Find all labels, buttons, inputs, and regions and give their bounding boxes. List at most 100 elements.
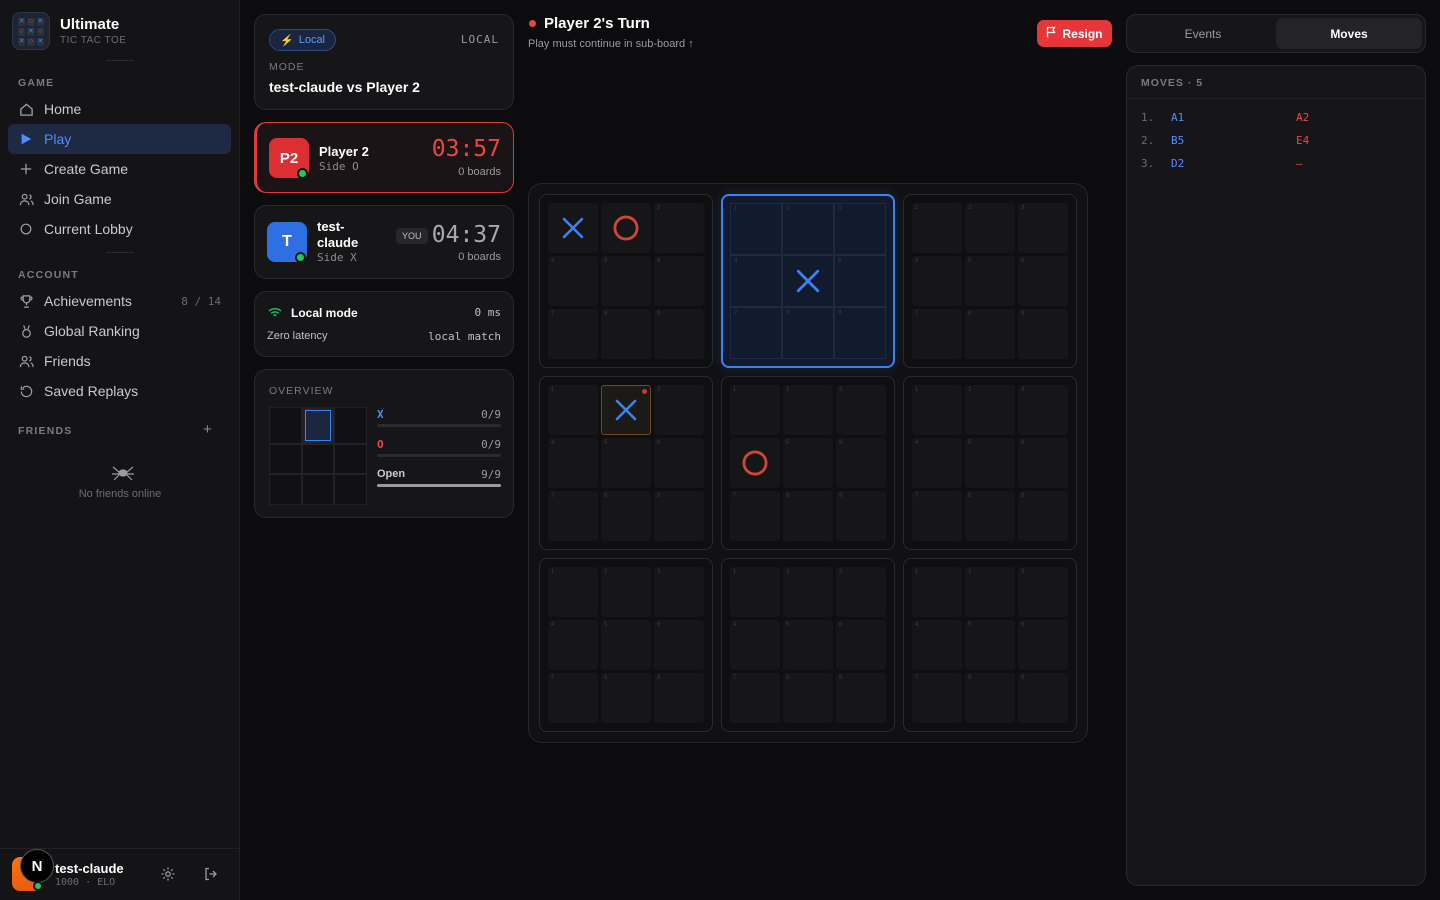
sidebar-item-global-ranking[interactable]: Global Ranking bbox=[8, 316, 231, 346]
board-cell[interactable]: 2 bbox=[965, 567, 1015, 617]
board-cell[interactable]: 3 bbox=[654, 385, 704, 435]
board-cell[interactable]: 5 bbox=[965, 256, 1015, 306]
board-cell[interactable]: 2 bbox=[601, 567, 651, 617]
board-cell[interactable]: 9 bbox=[1018, 673, 1068, 723]
board-cell[interactable]: 3 bbox=[834, 203, 886, 255]
board-cell[interactable]: 5 bbox=[965, 438, 1015, 488]
board-cell[interactable]: 1 bbox=[730, 385, 780, 435]
sub-board-5[interactable]: 1 2 3 45 6 7 8 9 bbox=[721, 376, 895, 550]
board-cell[interactable]: 1 bbox=[548, 385, 598, 435]
board-cell[interactable]: 6 bbox=[1018, 620, 1068, 670]
tab-events[interactable]: Events bbox=[1130, 18, 1276, 49]
board-cell[interactable]: 5 bbox=[783, 620, 833, 670]
board-cell[interactable]: 3 bbox=[1018, 567, 1068, 617]
sub-board-2[interactable]: 1 2 3 4 56 7 8 9 bbox=[721, 194, 895, 368]
board-cell[interactable]: 7 bbox=[912, 673, 962, 723]
board-cell[interactable]: 1 bbox=[548, 567, 598, 617]
board-cell[interactable]: 9 bbox=[834, 307, 886, 359]
board-cell[interactable]: 3 bbox=[836, 567, 886, 617]
board-cell[interactable]: 6 bbox=[1018, 438, 1068, 488]
board-cell[interactable]: 2 bbox=[965, 203, 1015, 253]
board-cell[interactable]: 5 bbox=[601, 438, 651, 488]
board-cell[interactable]: 5 bbox=[783, 438, 833, 488]
sub-board-4[interactable]: 123 456 789 bbox=[539, 376, 713, 550]
board-cell[interactable]: 3 bbox=[654, 567, 704, 617]
board-cell[interactable]: 6 bbox=[654, 438, 704, 488]
board-cell[interactable]: 4 bbox=[548, 438, 598, 488]
board-cell[interactable]: 8 bbox=[782, 307, 834, 359]
board-cell[interactable]: 5 bbox=[601, 620, 651, 670]
board-cell[interactable]: 4 bbox=[912, 256, 962, 306]
board-cell[interactable]: 8 bbox=[601, 673, 651, 723]
board-cell[interactable]: 1 bbox=[912, 385, 962, 435]
board-cell[interactable]: 4 bbox=[730, 255, 782, 307]
sidebar-item-create-game[interactable]: Create Game bbox=[8, 154, 231, 184]
logout-icon[interactable] bbox=[203, 866, 219, 886]
board-cell[interactable]: 1 bbox=[730, 203, 782, 255]
board-cell[interactable]: 4 bbox=[912, 620, 962, 670]
board-cell[interactable]: 2 bbox=[783, 567, 833, 617]
board-cell[interactable]: 6 bbox=[834, 255, 886, 307]
board-cell[interactable]: 9 bbox=[836, 491, 886, 541]
gear-icon[interactable] bbox=[160, 866, 176, 886]
board-cell[interactable]: 2 bbox=[783, 385, 833, 435]
board-cell[interactable]: 8 bbox=[965, 491, 1015, 541]
sub-board-9[interactable]: 1 2 3 4 5 6 7 8 9 bbox=[903, 558, 1077, 732]
add-friend-button[interactable]: + bbox=[203, 421, 212, 438]
sidebar-item-play[interactable]: Play bbox=[8, 124, 231, 154]
board-cell[interactable]: 4 bbox=[548, 256, 598, 306]
board-cell[interactable]: 7 bbox=[912, 309, 962, 359]
sidebar-item-join-game[interactable]: Join Game bbox=[8, 184, 231, 214]
sidebar-item-saved-replays[interactable]: Saved Replays bbox=[8, 376, 231, 406]
board-cell[interactable]: 5 bbox=[782, 255, 834, 307]
board-cell[interactable]: 1 bbox=[548, 203, 598, 253]
resign-button[interactable]: Resign bbox=[1037, 20, 1112, 47]
sidebar-item-achievements[interactable]: Achievements 8 / 14 bbox=[8, 286, 231, 316]
tab-moves[interactable]: Moves bbox=[1276, 18, 1422, 49]
board-cell[interactable]: 4 bbox=[548, 620, 598, 670]
sidebar-item-home[interactable]: Home bbox=[8, 94, 231, 124]
board-cell[interactable]: 1 bbox=[912, 567, 962, 617]
board-cell[interactable]: 3 bbox=[1018, 203, 1068, 253]
board-cell[interactable]: 7 bbox=[730, 491, 780, 541]
board-cell[interactable]: 3 bbox=[654, 203, 704, 253]
board-cell[interactable]: 7 bbox=[548, 491, 598, 541]
board-cell[interactable]: 5 bbox=[965, 620, 1015, 670]
board-cell[interactable]: 7 bbox=[912, 491, 962, 541]
sidebar-item-friends[interactable]: Friends bbox=[8, 346, 231, 376]
board-cell[interactable]: 8 bbox=[783, 673, 833, 723]
board-cell[interactable]: 9 bbox=[654, 491, 704, 541]
board-cell[interactable]: 9 bbox=[1018, 491, 1068, 541]
board-cell[interactable]: 2 bbox=[965, 385, 1015, 435]
board-cell[interactable]: 6 bbox=[1018, 256, 1068, 306]
board-cell[interactable]: 7 bbox=[730, 673, 780, 723]
board-cell[interactable]: 9 bbox=[654, 673, 704, 723]
brand[interactable]: ✕ ○ ✕ ○ ✕ ○ ✕ ○ ✕ Ultimate TIC TAC TOE bbox=[12, 12, 126, 50]
board-cell[interactable]: 7 bbox=[548, 309, 598, 359]
board-cell[interactable]: 2 bbox=[601, 203, 651, 253]
board-cell[interactable]: 1 bbox=[912, 203, 962, 253]
sub-board-1[interactable]: 123 4 5 6 7 8 9 bbox=[539, 194, 713, 368]
board-cell[interactable]: 6 bbox=[654, 256, 704, 306]
board-cell[interactable]: 6 bbox=[836, 438, 886, 488]
board-cell[interactable]: 5 bbox=[601, 256, 651, 306]
board-cell[interactable]: 2 bbox=[601, 385, 651, 435]
board-cell[interactable]: 8 bbox=[601, 491, 651, 541]
board-cell[interactable]: 2 bbox=[782, 203, 834, 255]
board-cell[interactable]: 6 bbox=[836, 620, 886, 670]
sub-board-8[interactable]: 1 2 3 4 5 6 7 8 9 bbox=[721, 558, 895, 732]
board-cell[interactable]: 7 bbox=[730, 307, 782, 359]
board-cell[interactable]: 8 bbox=[783, 491, 833, 541]
sub-board-6[interactable]: 1 2 3 4 5 6 7 8 9 bbox=[903, 376, 1077, 550]
board-cell[interactable]: 8 bbox=[601, 309, 651, 359]
board-cell[interactable]: 3 bbox=[836, 385, 886, 435]
board-cell[interactable]: 8 bbox=[965, 309, 1015, 359]
board-cell[interactable]: 4 bbox=[730, 438, 780, 488]
board-cell[interactable]: 4 bbox=[912, 438, 962, 488]
sub-board-3[interactable]: 1 2 3 4 5 6 7 8 9 bbox=[903, 194, 1077, 368]
sub-board-7[interactable]: 1 2 3 4 5 6 7 8 9 bbox=[539, 558, 713, 732]
board-cell[interactable]: 7 bbox=[548, 673, 598, 723]
board-cell[interactable]: 6 bbox=[654, 620, 704, 670]
board-cell[interactable]: 9 bbox=[654, 309, 704, 359]
board-cell[interactable]: 4 bbox=[730, 620, 780, 670]
